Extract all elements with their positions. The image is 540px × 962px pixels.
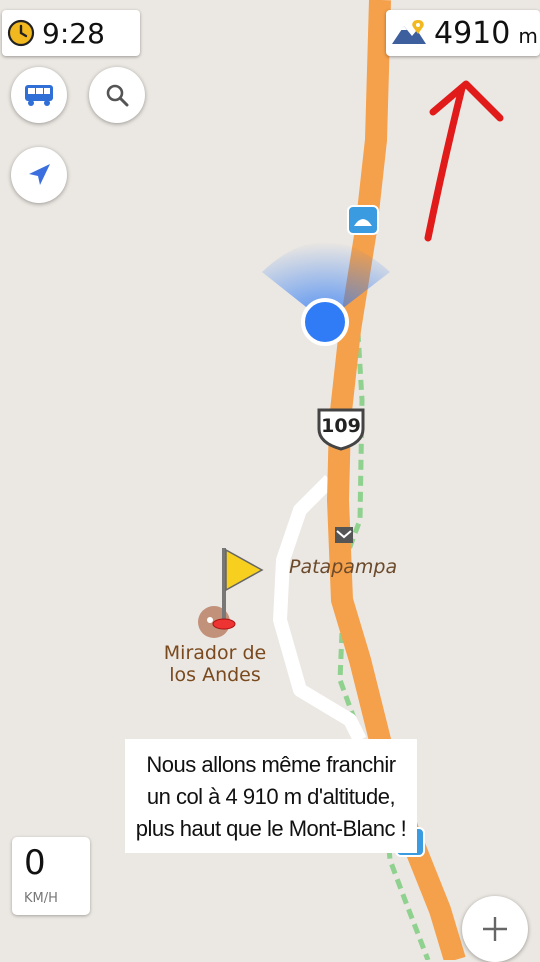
mirador-label: Mirador de los Andes <box>150 642 280 686</box>
altitude-value: 4910 <box>434 15 511 51</box>
navigation-button[interactable] <box>11 147 67 203</box>
caption-line2: un col à 4 910 m d'altitude, <box>146 784 396 809</box>
navigation-arrow-icon <box>29 164 50 185</box>
zoom-in-button[interactable] <box>462 896 528 962</box>
speed-unit: KM/H <box>24 891 58 906</box>
route-number: 109 <box>321 415 361 437</box>
current-location-dot <box>301 298 349 346</box>
route-shield: 109 <box>317 408 365 451</box>
altitude-widget[interactable]: 4910 m <box>386 10 540 56</box>
current-time: 9:28 <box>42 16 105 50</box>
time-widget[interactable]: 9:28 <box>2 10 140 56</box>
mountain-pin-icon <box>392 20 426 44</box>
mirador-label-line2: los Andes <box>169 664 261 686</box>
search-icon <box>106 84 129 107</box>
plus-icon <box>483 917 507 941</box>
caption-line3: plus haut que le Mont-Blanc ! <box>135 816 407 841</box>
annotation-arrow <box>424 80 504 242</box>
clock-icon <box>7 19 35 47</box>
bus-icon <box>25 85 53 106</box>
search-button[interactable] <box>89 67 145 123</box>
road-poi-marker[interactable] <box>347 205 379 235</box>
speed-value: 0 <box>24 843 46 883</box>
patapampa-label: Patapampa <box>289 556 398 578</box>
transport-button[interactable] <box>11 67 67 123</box>
mirador-label-line1: Mirador de <box>163 642 267 664</box>
altitude-unit: m <box>518 24 538 48</box>
caption-line1: Nous allons même franchir <box>146 752 396 777</box>
speed-widget[interactable]: 0 KM/H <box>12 837 90 915</box>
caption-box: Nous allons même franchir un col à 4 910… <box>125 739 417 853</box>
patapampa-marker[interactable] <box>335 527 353 543</box>
